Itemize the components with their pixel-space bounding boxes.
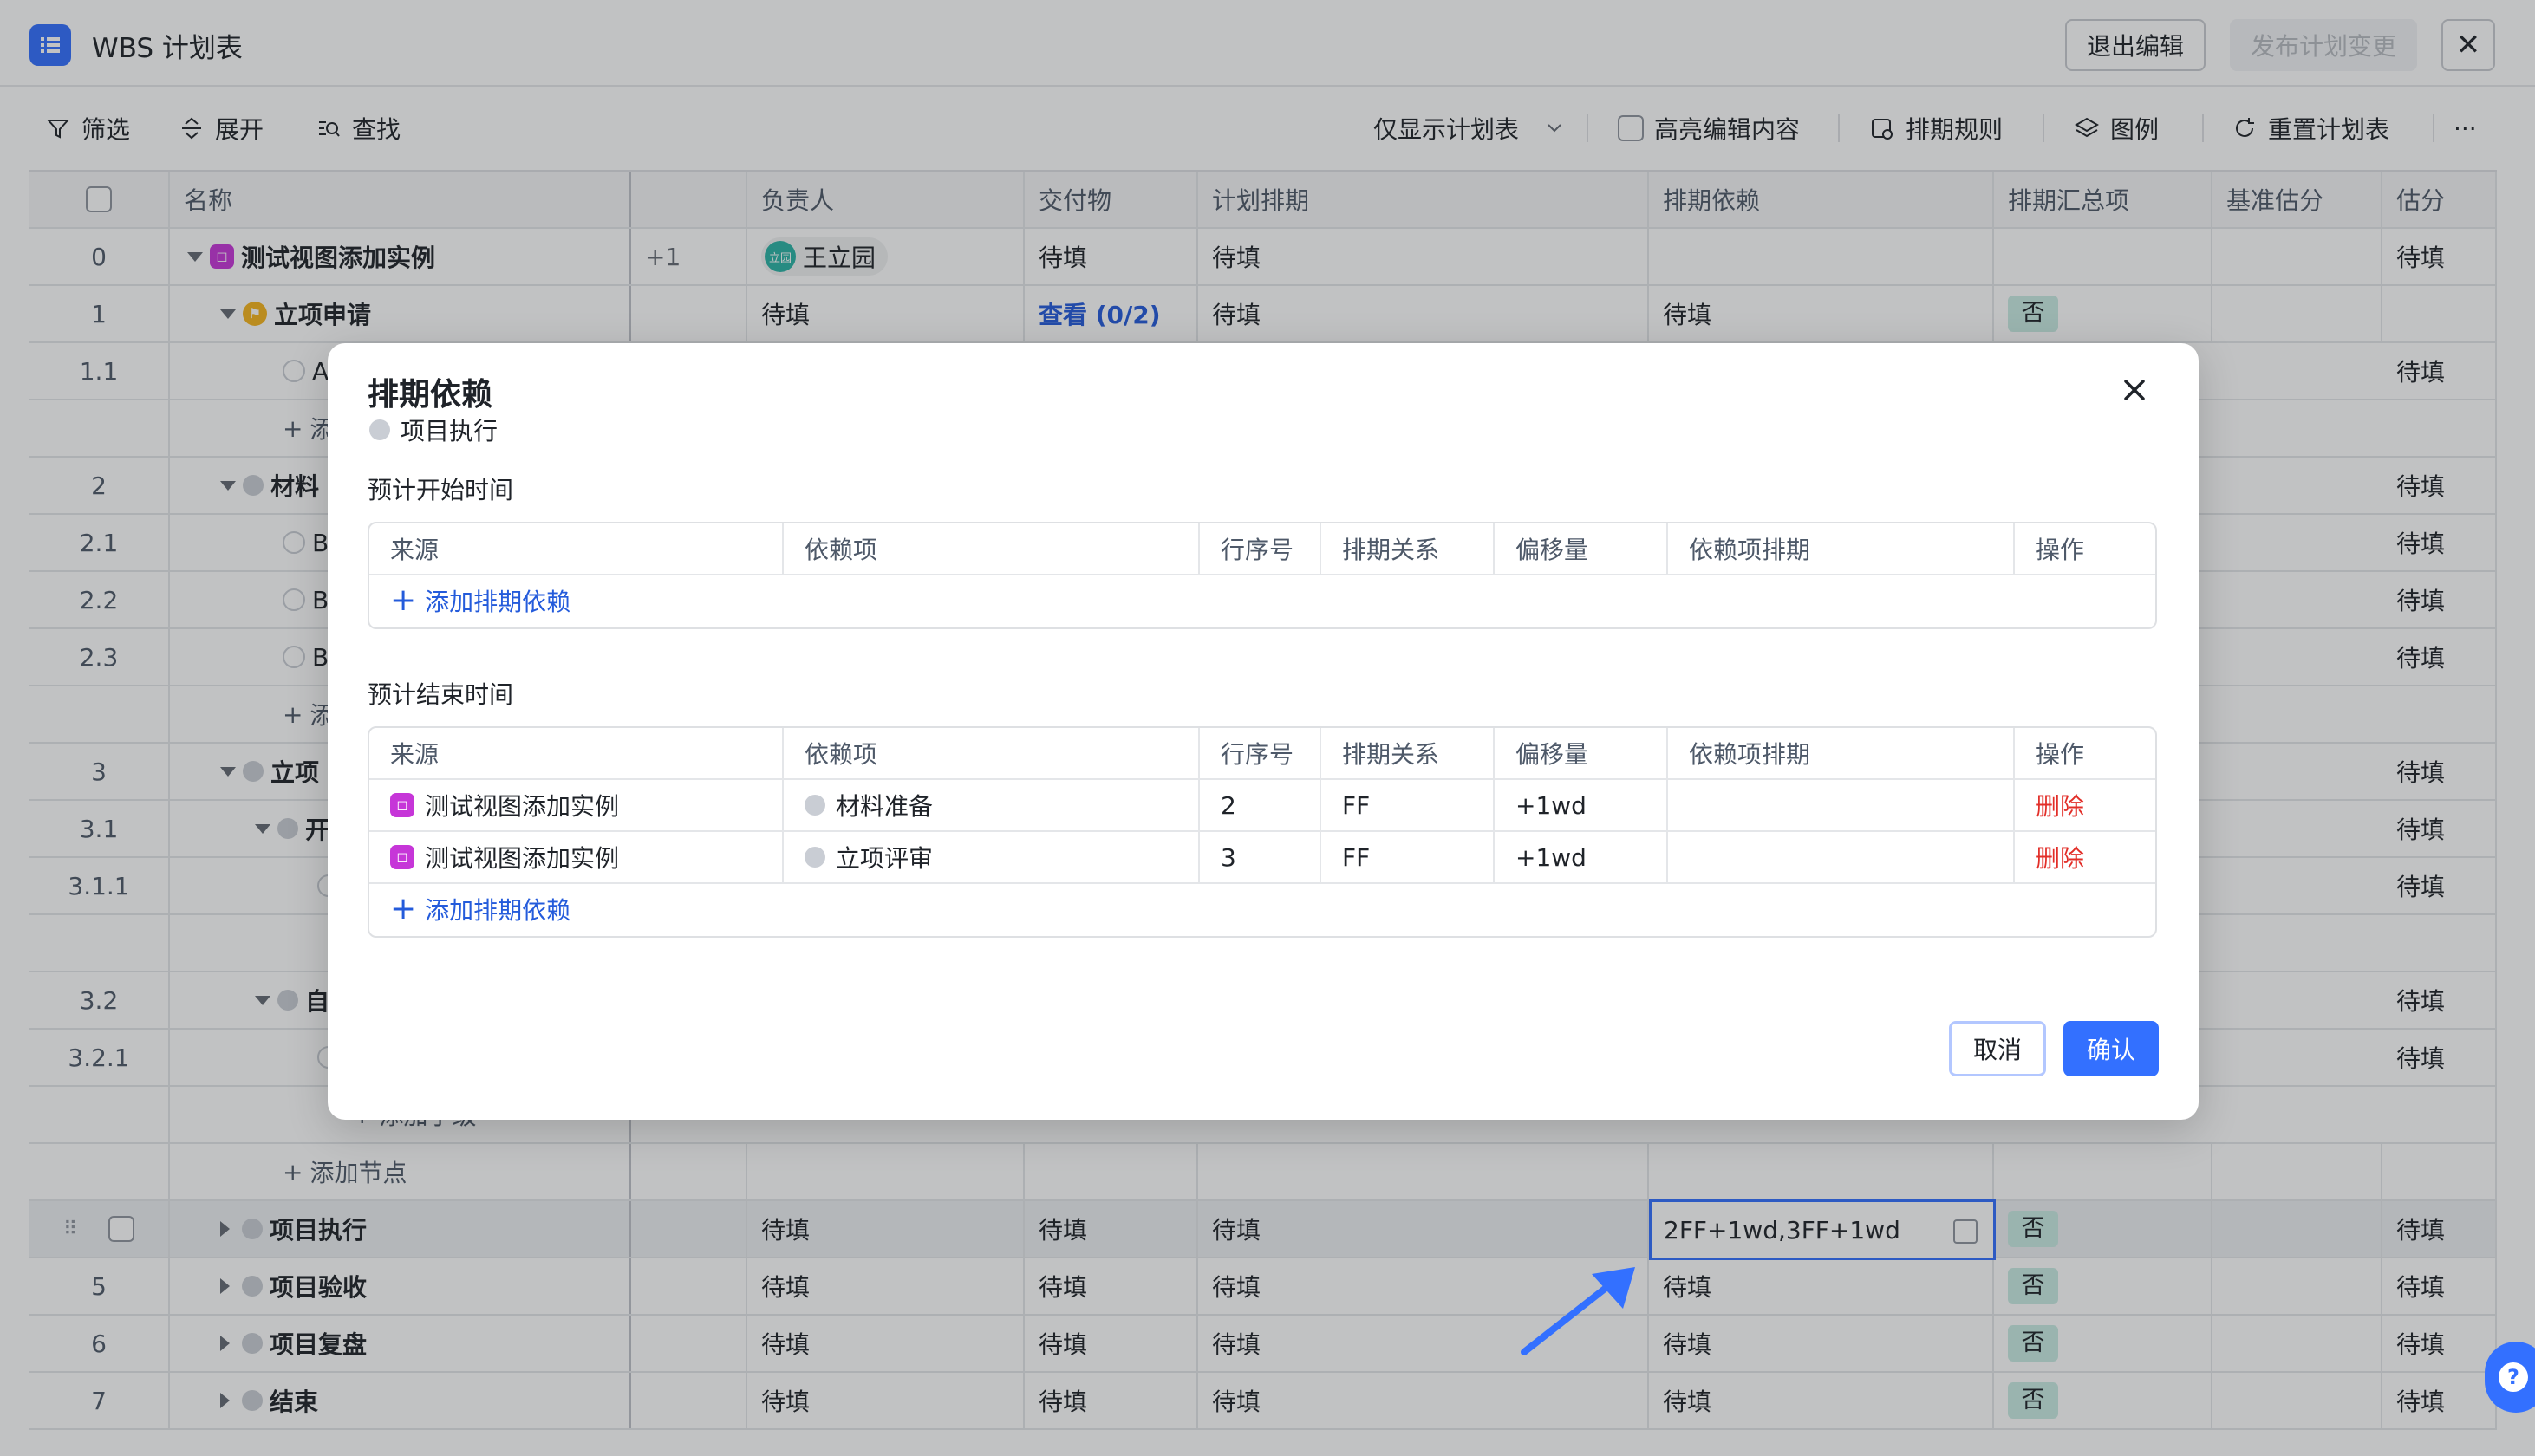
project-icon: ◻ xyxy=(390,845,414,869)
add-dependency-row: + 添加排期依赖 xyxy=(369,884,2155,936)
dependency-item-cell[interactable]: 立项评审 xyxy=(784,832,1200,882)
plus-icon: + xyxy=(390,582,417,618)
offset-cell[interactable]: +1wd xyxy=(1495,832,1668,882)
add-dependency-label: 添加排期依赖 xyxy=(425,588,571,616)
column-header-relation: 排期关系 xyxy=(1321,728,1495,778)
dependency-table-header: 来源 依赖项 行序号 排期关系 偏移量 依赖项排期 操作 xyxy=(369,728,2155,780)
help-icon: ? xyxy=(2499,1362,2528,1392)
column-header-source: 来源 xyxy=(369,523,784,574)
end-dependency-table: 来源 依赖项 行序号 排期关系 偏移量 依赖项排期 操作 ◻ 测试视图添加实例 材… xyxy=(368,726,2157,938)
column-header-dependency-item: 依赖项 xyxy=(784,728,1200,778)
column-header-offset: 偏移量 xyxy=(1495,523,1668,574)
column-header-offset: 偏移量 xyxy=(1495,728,1668,778)
add-dependency-button[interactable]: + 添加排期依赖 xyxy=(390,575,570,626)
source-name: 测试视图添加实例 xyxy=(425,844,620,873)
delete-button[interactable]: 删除 xyxy=(2036,788,2084,822)
column-header-row-number: 行序号 xyxy=(1200,728,1321,778)
dependency-row[interactable]: ◻ 测试视图添加实例 立项评审 3 FF +1wd 删除 xyxy=(369,832,2155,884)
item-schedule-cell xyxy=(1668,780,2015,830)
dialog-subtitle: 项目执行 xyxy=(369,413,498,447)
dependency-table-header: 来源 依赖项 行序号 排期关系 偏移量 依赖项排期 操作 xyxy=(369,523,2155,575)
column-header-row-number: 行序号 xyxy=(1200,523,1321,574)
add-dependency-row: + 添加排期依赖 xyxy=(369,575,2155,627)
column-header-item-schedule: 依赖项排期 xyxy=(1668,728,2015,778)
dependency-item-name: 材料准备 xyxy=(836,792,934,821)
dialog-subtitle-text: 项目执行 xyxy=(401,417,499,445)
column-header-dependency-item: 依赖项 xyxy=(784,523,1200,574)
status-icon xyxy=(805,795,825,816)
status-icon xyxy=(369,419,390,440)
item-schedule-cell xyxy=(1668,832,2015,882)
dependency-dialog: 排期依赖 项目执行 预计开始时间 来源 依赖项 行序号 排期关系 偏移量 依赖项… xyxy=(328,343,2199,1120)
row-number-cell[interactable]: 2 xyxy=(1200,780,1321,830)
start-dependency-table: 来源 依赖项 行序号 排期关系 偏移量 依赖项排期 操作 + 添加排期依赖 xyxy=(368,522,2157,629)
column-header-source: 来源 xyxy=(369,728,784,778)
plus-icon: + xyxy=(390,891,417,926)
source-cell[interactable]: ◻ 测试视图添加实例 xyxy=(369,832,784,882)
dependency-item-cell[interactable]: 材料准备 xyxy=(784,780,1200,830)
source-cell[interactable]: ◻ 测试视图添加实例 xyxy=(369,780,784,830)
column-header-action: 操作 xyxy=(2036,740,2085,769)
column-header-relation: 排期关系 xyxy=(1321,523,1495,574)
confirm-button[interactable]: 确认 xyxy=(2063,1021,2159,1076)
status-icon xyxy=(805,847,825,868)
add-dependency-label: 添加排期依赖 xyxy=(425,896,571,925)
add-dependency-button[interactable]: + 添加排期依赖 xyxy=(390,884,570,934)
column-header-item-schedule: 依赖项排期 xyxy=(1668,523,2015,574)
column-header-action: 操作 xyxy=(2036,536,2085,564)
action-cell: 删除 xyxy=(2015,832,2155,882)
relation-cell[interactable]: FF xyxy=(1321,832,1495,882)
start-time-section-label: 预计开始时间 xyxy=(368,476,514,504)
help-button[interactable]: ? xyxy=(2485,1342,2535,1413)
close-icon[interactable] xyxy=(2114,369,2155,411)
dependency-item-name: 立项评审 xyxy=(836,844,934,873)
relation-cell[interactable]: FF xyxy=(1321,780,1495,830)
delete-button[interactable]: 删除 xyxy=(2036,840,2084,874)
source-name: 测试视图添加实例 xyxy=(425,792,620,821)
project-icon: ◻ xyxy=(390,793,414,817)
offset-cell[interactable]: +1wd xyxy=(1495,780,1668,830)
dependency-row[interactable]: ◻ 测试视图添加实例 材料准备 2 FF +1wd 删除 xyxy=(369,780,2155,832)
cancel-button[interactable]: 取消 xyxy=(1949,1021,2046,1076)
arrow-icon xyxy=(1521,1267,1635,1355)
end-time-section-label: 预计结束时间 xyxy=(368,680,514,709)
dialog-title: 排期依赖 xyxy=(368,377,493,413)
action-cell: 删除 xyxy=(2015,780,2155,830)
row-number-cell[interactable]: 3 xyxy=(1200,832,1321,882)
